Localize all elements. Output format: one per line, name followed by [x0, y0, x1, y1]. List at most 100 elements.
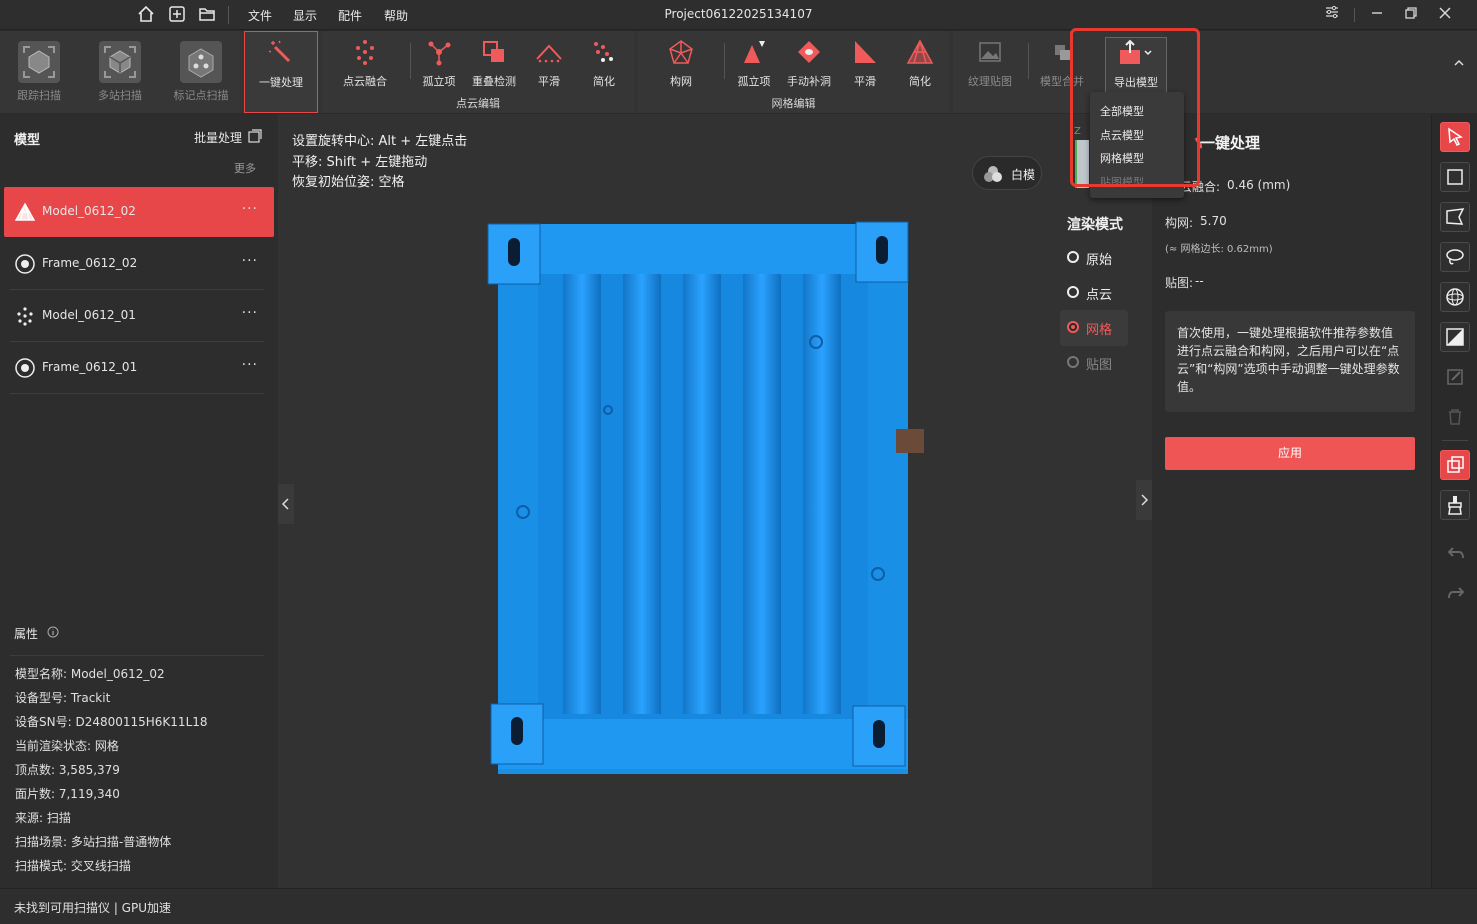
render-mode-mesh[interactable]: 网格: [1060, 310, 1128, 346]
render-mode-pointcloud[interactable]: 点云: [1067, 283, 1147, 305]
overlap-view-button[interactable]: [1440, 450, 1470, 480]
tracking-scan-button[interactable]: 跟踪扫描: [8, 39, 70, 102]
white-model-toggle[interactable]: 白模: [972, 156, 1042, 190]
tracking-scan-label: 跟踪扫描: [17, 89, 61, 102]
brush-icon: [1448, 496, 1462, 515]
multi-station-scan-button[interactable]: 多站扫描: [89, 39, 151, 102]
marker-scan-button[interactable]: 标记点扫描: [170, 39, 232, 102]
pc-isolated-button[interactable]: 孤立项: [408, 37, 470, 95]
model-merge-button[interactable]: 模型合并: [1031, 37, 1093, 95]
pointcloud-icon: [17, 307, 33, 326]
render-mode-texture[interactable]: 贴图: [1067, 353, 1147, 375]
view-tool-strip: [1431, 114, 1477, 888]
pointcloud-fusion-label: 点云融合: [343, 75, 387, 88]
pc-simplify-button[interactable]: 简化: [573, 37, 635, 95]
rectangle-select-icon: [1447, 169, 1463, 185]
property-face-count: 面片数: 7,119,340: [15, 787, 120, 801]
mesh-model-icon: [14, 202, 36, 221]
radio-selected-icon: [1067, 321, 1079, 333]
3d-viewport[interactable]: 设置旋转中心: Alt + 左键点击 平移: Shift + 左键拖动 恢复初始…: [278, 114, 1152, 888]
left-panel-collapse-button[interactable]: [278, 484, 294, 524]
collapse-ribbon-icon[interactable]: [1452, 55, 1468, 71]
info-icon[interactable]: [47, 626, 59, 638]
scan-group: 跟踪扫描 多站扫描 标记点扫描: [0, 31, 240, 113]
model-panel-title: 模型: [14, 133, 41, 148]
model-row[interactable]: Frame_0612_02 ···: [4, 239, 274, 289]
redo-button[interactable]: [1446, 584, 1466, 604]
mesh-smooth-button[interactable]: 平滑: [834, 37, 896, 95]
delete-button[interactable]: [1440, 402, 1470, 432]
pc-smooth-label: 平滑: [538, 75, 560, 88]
redo-icon: [1448, 587, 1465, 599]
plane-select-button[interactable]: [1440, 322, 1470, 352]
meshing-button[interactable]: 构网: [650, 37, 712, 95]
pointcloud-fusion-button[interactable]: 点云融合: [334, 37, 396, 95]
overlap-detection-icon: [483, 41, 504, 62]
menu-file[interactable]: 文件: [248, 7, 272, 24]
more-options-icon[interactable]: ···: [242, 305, 258, 321]
more-link[interactable]: 更多: [234, 160, 256, 176]
new-project-icon[interactable]: [167, 5, 187, 25]
export-pointcloud-model[interactable]: 点云模型: [1100, 127, 1144, 143]
manual-fill-hole-button[interactable]: 手动补洞: [778, 37, 840, 95]
mesh-isolated-label: 孤立项: [737, 75, 771, 88]
frame-icon: [15, 254, 35, 274]
select-tool-button[interactable]: [1440, 122, 1470, 152]
close-icon[interactable]: [1433, 4, 1457, 26]
settings-sliders-icon[interactable]: [1320, 4, 1344, 26]
lasso-select-button[interactable]: [1440, 242, 1470, 272]
property-scan-scene: 扫描场景: 多站扫描-普通物体: [15, 835, 172, 849]
pc-smooth-button[interactable]: 平滑: [518, 37, 580, 95]
export-all-models[interactable]: 全部模型: [1100, 103, 1144, 119]
one-click-process-label: 一键处理: [259, 76, 303, 89]
edit-disabled-button[interactable]: [1440, 362, 1470, 392]
model-row-selected[interactable]: Model_0612_02 ···: [4, 187, 274, 237]
apply-button[interactable]: 应用: [1165, 437, 1415, 470]
menu-display[interactable]: 显示: [293, 7, 317, 24]
overlap-detection-button[interactable]: 重叠检测: [463, 37, 525, 95]
one-click-process-panel: 一键处理 云融合: 0.46 (mm) 构网: 5.70 (≈ 网格边长: 0.…: [1152, 114, 1431, 888]
properties-title: 属性: [14, 627, 39, 641]
open-folder-icon[interactable]: [197, 5, 217, 25]
menu-help[interactable]: 帮助: [384, 7, 408, 24]
texture-value: --: [1195, 274, 1204, 288]
batch-icon[interactable]: [248, 129, 262, 143]
export-mesh-model[interactable]: 网格模型: [1100, 150, 1144, 166]
polygon-select-button[interactable]: [1440, 202, 1470, 232]
more-options-icon[interactable]: ···: [242, 357, 258, 373]
right-panel-collapse-button[interactable]: [1136, 480, 1152, 520]
sphere-select-button[interactable]: [1440, 282, 1470, 312]
mesh-isolated-icon: [744, 41, 765, 63]
model-row[interactable]: Model_0612_01 ···: [4, 291, 274, 341]
more-options-icon[interactable]: ···: [242, 253, 258, 269]
mesh-note: (≈ 网格边长: 0.62mm): [1165, 244, 1273, 255]
rect-select-button[interactable]: [1440, 162, 1470, 192]
restore-icon[interactable]: [1399, 4, 1423, 26]
texture-map-icon: [979, 42, 1001, 62]
minimize-icon[interactable]: [1365, 4, 1389, 26]
property-device-model: 设备型号: Trackit: [15, 691, 111, 705]
white-model-label: 白模: [1011, 168, 1036, 182]
model-name: Model_0612_01: [42, 308, 136, 322]
property-vertex-count: 顶点数: 3,585,379: [15, 763, 120, 777]
export-texture-model[interactable]: 贴图模型: [1100, 174, 1144, 190]
batch-process-button[interactable]: 批量处理: [194, 129, 242, 146]
texture-map-button[interactable]: 纹理贴图: [959, 37, 1021, 95]
one-click-process-button[interactable]: 一键处理: [250, 38, 312, 96]
export-model-label: 导出模型: [1114, 76, 1158, 89]
home-icon[interactable]: [136, 5, 156, 25]
batch-process-label: 批量处理: [194, 131, 243, 145]
menu-accessories[interactable]: 配件: [338, 7, 362, 24]
cleanup-button[interactable]: [1440, 490, 1470, 520]
render-mode-original[interactable]: 原始: [1067, 248, 1147, 270]
more-options-icon[interactable]: ···: [242, 201, 258, 217]
white-model-icon: [984, 166, 1002, 182]
pointcloud-edit-group: 点云融合 孤立项 重叠检测 平滑 简化 点云编辑: [322, 31, 634, 113]
model-row[interactable]: Frame_0612_01 ···: [4, 343, 274, 393]
mesh-simplify-button[interactable]: 简化: [889, 37, 951, 95]
texture-map-label: 纹理贴图: [968, 75, 1012, 88]
radio-icon: [1067, 356, 1079, 368]
undo-button[interactable]: [1446, 544, 1466, 564]
export-model-button[interactable]: 导出模型: [1105, 37, 1167, 95]
mesh-isolated-button[interactable]: 孤立项: [723, 37, 785, 95]
